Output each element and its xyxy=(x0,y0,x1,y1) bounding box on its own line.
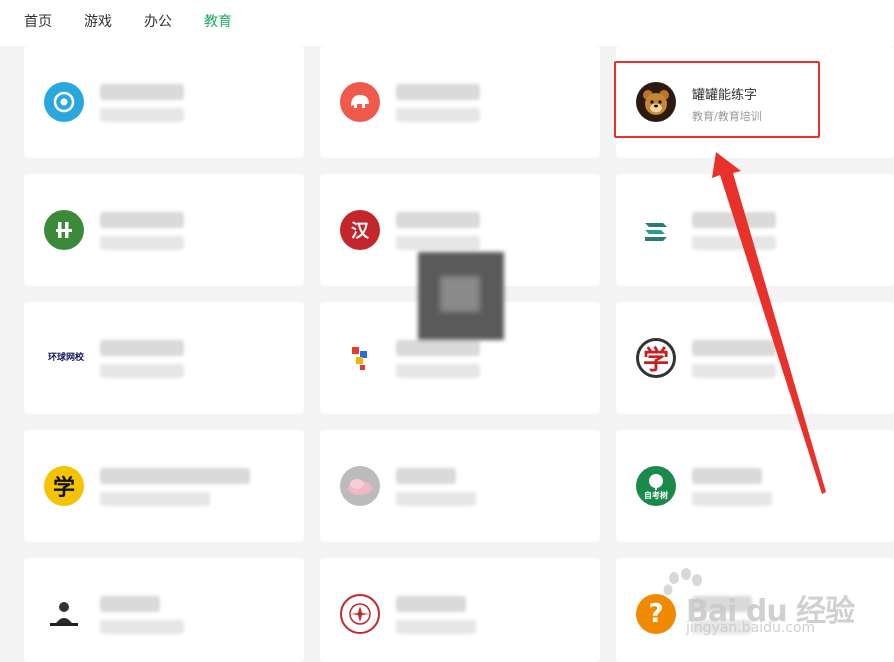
pixelated-overlay-inner xyxy=(440,276,480,312)
app-name-blurred xyxy=(100,596,160,612)
app-category-blurred xyxy=(692,492,772,506)
app-card[interactable] xyxy=(24,558,304,662)
app-name-blurred xyxy=(396,468,456,484)
app-name-blurred xyxy=(692,468,762,484)
target-icon xyxy=(44,82,84,122)
tree-icon-label: 自考树 xyxy=(644,491,668,500)
blocks-icon xyxy=(340,338,380,378)
app-name-blurred xyxy=(396,596,466,612)
brand-logo-icon: 环球网校 xyxy=(44,338,88,378)
app-card[interactable] xyxy=(320,46,600,158)
app-category-blurred xyxy=(100,108,184,122)
app-card[interactable] xyxy=(24,174,304,286)
app-category-blurred xyxy=(692,364,776,378)
app-category-blurred xyxy=(100,364,184,378)
elephant-icon xyxy=(340,82,380,122)
wave-logo-icon xyxy=(636,210,676,250)
app-card[interactable] xyxy=(24,46,304,158)
xue-char-icon: 学 xyxy=(636,338,676,378)
app-card[interactable] xyxy=(320,558,600,662)
app-card[interactable] xyxy=(320,430,600,542)
app-category-blurred xyxy=(396,364,480,378)
app-category-blurred xyxy=(396,236,480,250)
person-icon xyxy=(44,594,84,634)
app-category-blurred xyxy=(396,620,476,634)
app-name-blurred xyxy=(692,212,776,228)
lotus-icon xyxy=(340,466,380,506)
app-card[interactable] xyxy=(616,174,894,286)
top-navigation: 首页 游戏 办公 教育 xyxy=(0,0,894,46)
app-name-blurred xyxy=(100,340,184,356)
watermark-url: jingyan.baidu.com xyxy=(686,620,816,636)
app-category-blurred xyxy=(396,108,480,122)
tab-office[interactable]: 办公 xyxy=(144,13,172,31)
leaf-logo-icon xyxy=(44,210,84,250)
tab-home[interactable]: 首页 xyxy=(24,13,52,31)
tab-education[interactable]: 教育 xyxy=(204,13,232,31)
app-name-blurred xyxy=(100,212,184,228)
emblem-icon xyxy=(340,594,380,634)
app-card[interactable]: 环球网校 xyxy=(24,302,304,414)
app-category-blurred xyxy=(100,620,184,634)
app-card[interactable]: 学 xyxy=(616,302,894,414)
app-name-blurred xyxy=(100,84,184,100)
annotation-highlight-box xyxy=(614,61,820,138)
app-name-blurred xyxy=(396,340,480,356)
app-name-blurred xyxy=(396,84,480,100)
app-card[interactable]: 自考树 xyxy=(616,430,894,542)
app-name-blurred xyxy=(692,340,776,356)
tab-games[interactable]: 游戏 xyxy=(84,13,112,31)
han-char-icon: 汉 xyxy=(340,210,380,250)
tree-icon: 自考树 xyxy=(636,466,676,506)
app-name-blurred xyxy=(100,468,250,484)
app-card[interactable]: 学 xyxy=(24,430,304,542)
xue-yellow-icon: 学 xyxy=(44,466,84,506)
app-category-blurred xyxy=(100,492,210,506)
app-category-blurred xyxy=(100,236,184,250)
app-category-blurred xyxy=(692,236,776,250)
app-category-blurred xyxy=(396,492,476,506)
app-name-blurred xyxy=(396,212,480,228)
